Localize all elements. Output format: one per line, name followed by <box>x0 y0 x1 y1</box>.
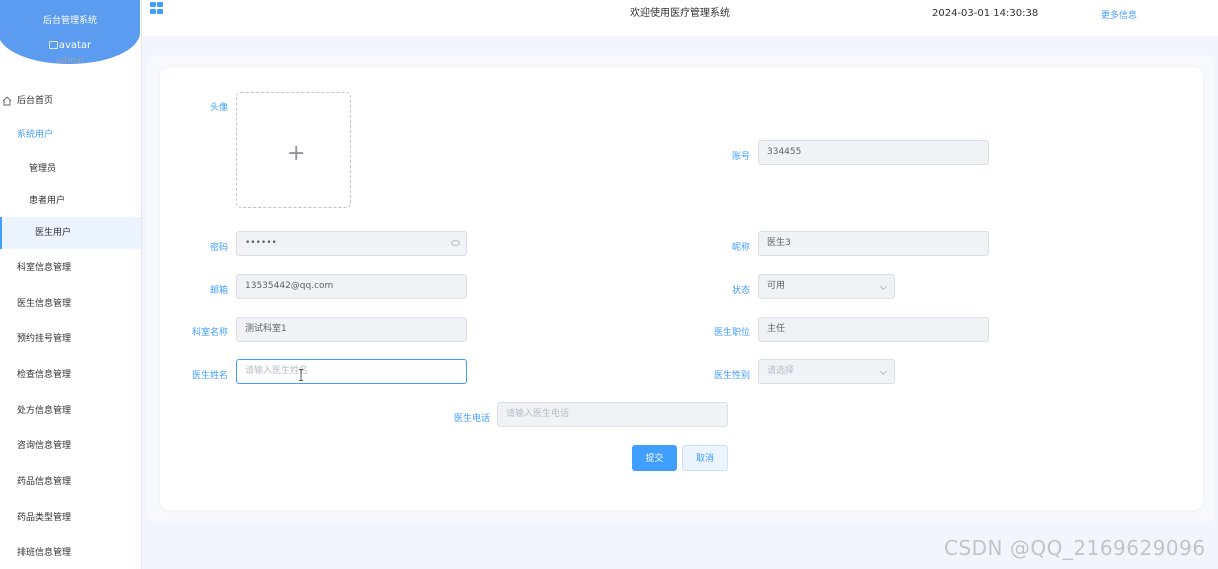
doctor-gender-label: 医生性别 <box>713 371 750 381</box>
top-header: 欢迎使用医疗管理系统 2024-03-01 14:30:38 更多信息 <box>142 0 1218 36</box>
sidebar-item-label: 排班信息管理 <box>17 548 72 558</box>
menu-toggle-icon[interactable] <box>150 2 164 15</box>
sidebar-item-label: 科室信息管理 <box>17 263 72 273</box>
email-input[interactable]: 13535442@qq.com <box>236 274 467 299</box>
sidebar-item-label: 医生用户 <box>35 228 72 238</box>
sidebar-item-appointments[interactable]: 预约挂号管理 <box>0 323 141 355</box>
sidebar-item-label: 检查信息管理 <box>17 370 72 380</box>
sidebar-item-examinations[interactable]: 检查信息管理 <box>0 359 141 391</box>
doctor-gender-select[interactable]: 请选择 <box>758 359 895 384</box>
doctor-phone-label: 医生电话 <box>453 414 490 424</box>
avatar-uploader[interactable]: + <box>236 92 351 208</box>
sidebar-item-label: 后台首页 <box>17 96 54 106</box>
doctor-name-input[interactable]: 请输入医生姓名 <box>236 359 467 384</box>
chevron-down-icon <box>879 367 888 376</box>
password-input[interactable]: •••••• <box>236 231 467 256</box>
sidebar-item-doctor-info[interactable]: 医生信息管理 <box>0 288 141 320</box>
sidebar-submenu-system-users[interactable]: 系统用户 <box>0 119 141 151</box>
avatar-label: 头像 <box>209 103 228 113</box>
department-input[interactable]: 测试科室1 <box>236 317 467 342</box>
doctor-name-label: 医生姓名 <box>191 371 228 381</box>
username: admin <box>55 56 85 66</box>
watermark: CSDN @QQ_2169629096 <box>944 536 1206 560</box>
status-label: 状态 <box>731 286 750 296</box>
sidebar-item-label: 咨询信息管理 <box>17 441 72 451</box>
sidebar-item-label: 患者用户 <box>29 196 66 206</box>
password-label: 密码 <box>209 243 228 253</box>
home-icon <box>2 96 12 106</box>
email-label: 邮箱 <box>209 286 228 296</box>
sidebar-item-label: 药品类型管理 <box>17 513 72 523</box>
sidebar-item-home[interactable]: 后台首页 <box>0 85 141 117</box>
sidebar-item-label: 处方信息管理 <box>17 406 72 416</box>
nickname-label: 昵称 <box>731 243 750 253</box>
sidebar-item-medicines[interactable]: 药品信息管理 <box>0 466 141 498</box>
sidebar-item-schedules[interactable]: 排班信息管理 <box>0 537 141 569</box>
submit-button[interactable]: 提交 <box>632 445 677 471</box>
sidebar-item-consultations[interactable]: 咨询信息管理 <box>0 430 141 462</box>
chevron-down-icon <box>879 282 888 291</box>
doctor-title-label: 医生职位 <box>713 328 750 338</box>
sidebar-item-patients[interactable]: 患者用户 <box>0 185 141 217</box>
status-select[interactable]: 可用 <box>758 274 895 299</box>
datetime: 2024-03-01 14:30:38 <box>932 8 1039 19</box>
department-label: 科室名称 <box>191 328 228 338</box>
broken-image-icon <box>48 41 58 49</box>
sidebar-item-label: 预约挂号管理 <box>17 334 72 344</box>
nickname-input[interactable]: 医生3 <box>758 231 989 256</box>
sidebar-item-departments[interactable]: 科室信息管理 <box>0 252 141 284</box>
welcome-text: 欢迎使用医疗管理系统 <box>630 8 730 19</box>
sidebar-item-admins[interactable]: 管理员 <box>0 153 141 185</box>
text-cursor-icon <box>299 369 303 381</box>
password-value: •••••• <box>245 238 277 248</box>
sidebar-item-label: 系统用户 <box>17 130 54 140</box>
status-value: 可用 <box>767 281 786 291</box>
sidebar-item-prescriptions[interactable]: 处方信息管理 <box>0 395 141 427</box>
cancel-button[interactable]: 取消 <box>682 445 728 471</box>
sidebar-item-label: 管理员 <box>29 164 57 174</box>
sidebar-item-doctors[interactable]: 医生用户 <box>0 217 141 249</box>
sidebar-item-medicine-types[interactable]: 药品类型管理 <box>0 502 141 534</box>
plus-icon: + <box>287 141 306 166</box>
account-input[interactable]: 334455 <box>758 140 989 165</box>
sidebar: 后台管理系统 avatar admin 后台首页 系统用户 管理员 患者用户 医… <box>0 0 142 569</box>
avatar[interactable]: avatar <box>0 40 140 51</box>
eye-icon[interactable] <box>451 240 460 246</box>
doctor-phone-input[interactable]: 请输入医生电话 <box>497 402 728 427</box>
doctor-gender-placeholder: 请选择 <box>767 366 795 376</box>
account-label: 账号 <box>731 152 750 162</box>
avatar-alt-text: avatar <box>58 40 92 51</box>
sidebar-item-label: 药品信息管理 <box>17 477 72 487</box>
doctor-title-input[interactable]: 主任 <box>758 317 989 342</box>
app-title: 后台管理系统 <box>42 16 97 26</box>
more-info-link[interactable]: 更多信息 <box>1101 8 1137 21</box>
sidebar-item-label: 医生信息管理 <box>17 299 72 309</box>
sidebar-header <box>0 0 140 64</box>
